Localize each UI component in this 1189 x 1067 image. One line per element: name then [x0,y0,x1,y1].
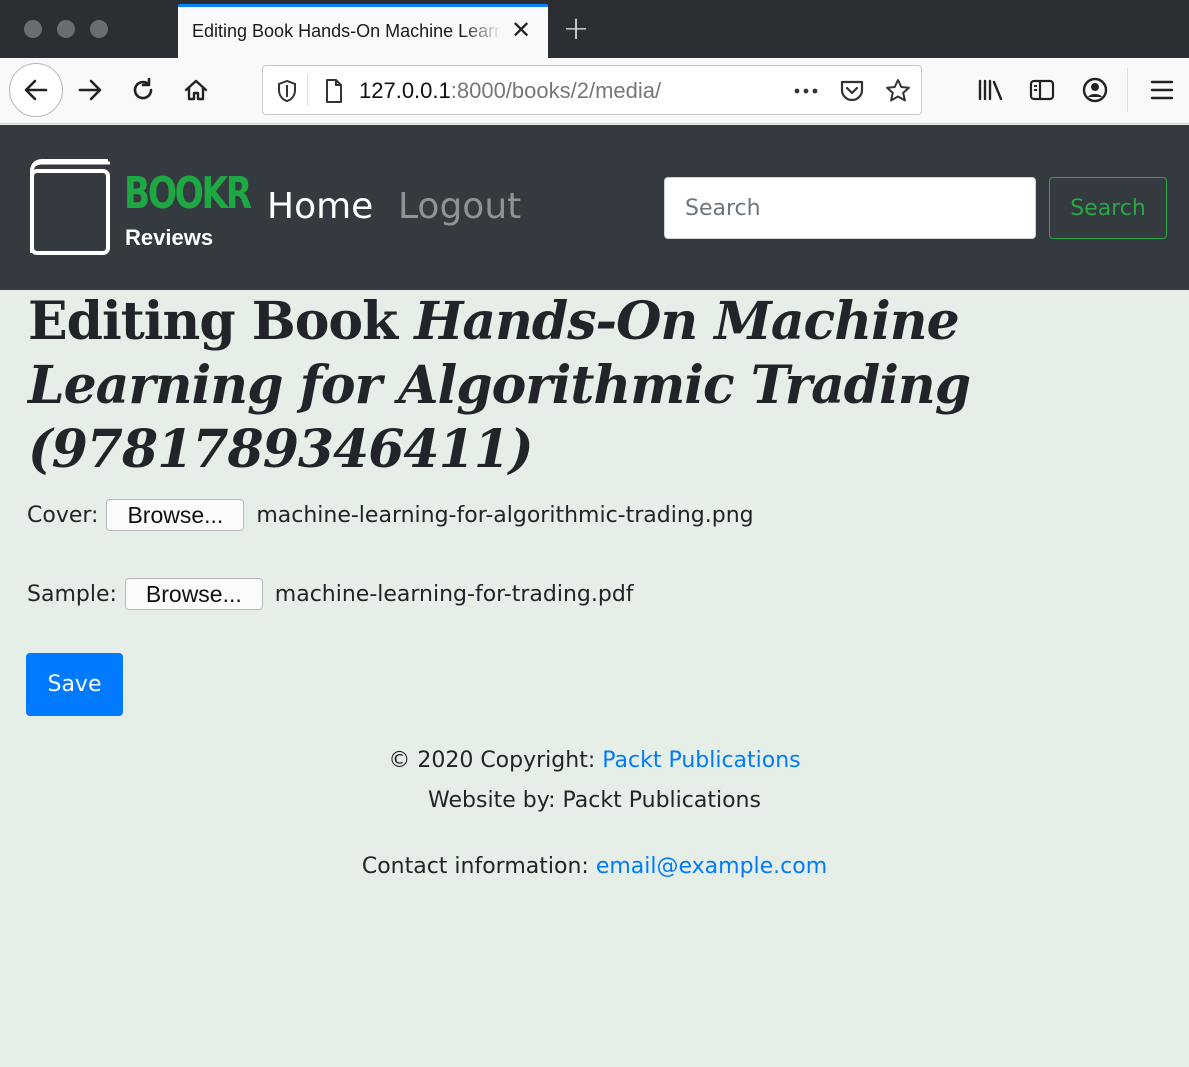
footer-copyright: © 2020 Copyright: Packt Publications [0,748,1189,773]
shield-icon[interactable] [272,76,302,106]
cover-filename: machine-learning-for-algorithmic-trading… [256,502,754,528]
save-button[interactable]: Save [26,653,123,716]
account-icon[interactable] [1071,66,1119,114]
sample-filename: machine-learning-for-trading.pdf [274,581,634,607]
search-input[interactable] [664,177,1036,239]
home-button[interactable] [172,66,220,114]
browser-tab-active[interactable]: Editing Book Hands-On Machine Learning f… [178,4,548,58]
sidebar-toggle-icon[interactable] [1018,66,1066,114]
reload-icon [133,77,153,100]
logo-title: BOOKR [124,168,252,219]
url-path: :8000/books/2/media/ [450,78,662,103]
bookr-logo[interactable]: BOOKR Reviews [26,157,252,257]
window-close-dot[interactable] [24,20,42,38]
url-host: 127.0.0.1 [359,78,451,103]
browser-tab-strip: Editing Book Hands-On Machine Learning f… [0,0,1189,58]
back-button[interactable] [9,63,63,117]
footer-website-by: Website by: Packt Publications [428,788,761,813]
sample-field: Sample: Browse... machine-learning-for-t… [27,577,634,611]
url-bar[interactable]: 127.0.0.1:8000/books/2/media/ [262,65,922,115]
book-logo-icon [30,159,110,255]
cover-label: Cover: [27,502,99,528]
site-header: BOOKR Reviews Home Logout Search [0,125,1189,290]
page-actions-icon[interactable] [791,76,821,106]
contact-text: Contact information: [361,854,589,879]
sample-label: Sample: [27,581,117,607]
contact-email-link[interactable]: email@example.com [596,854,827,879]
window-zoom-dot[interactable] [90,20,108,38]
logo-subtitle: Reviews [125,225,214,250]
cover-browse-button[interactable]: Browse... [106,499,245,531]
tab-close-icon[interactable]: ✕ [508,17,534,43]
forward-button[interactable] [66,66,114,114]
page-title: Editing Book Hands-On Machine Learning f… [28,290,1028,482]
new-tab-icon[interactable]: + [560,10,592,46]
page-title-prefix: Editing Book [28,291,398,352]
urlbar-divider [307,74,308,106]
browser-toolbar: 127.0.0.1:8000/books/2/media/ [0,58,1189,124]
page-info-icon[interactable] [319,76,349,106]
pocket-icon[interactable] [837,76,867,106]
url-text: 127.0.0.1:8000/books/2/media/ [359,78,661,104]
bookmark-star-icon[interactable] [883,76,913,106]
cover-field: Cover: Browse... machine-learning-for-al… [27,498,754,532]
forward-arrow-icon [78,79,102,101]
packt-publications-link[interactable]: Packt Publications [602,748,800,773]
tab-title: Editing Book Hands-On Machine Learning f… [192,21,502,42]
search-button[interactable]: Search [1049,177,1167,239]
hamburger-menu-icon[interactable] [1138,66,1186,114]
home-icon [184,79,208,101]
library-icon[interactable] [966,66,1014,114]
copyright-text: © 2020 Copyright: [388,748,596,773]
footer-contact: Contact information: email@example.com [0,854,1189,879]
window-minimize-dot[interactable] [57,20,75,38]
reload-button[interactable] [119,66,167,114]
back-arrow-icon [24,79,48,101]
sample-browse-button[interactable]: Browse... [124,578,263,610]
nav-logout-link[interactable]: Logout [398,185,521,229]
nav-home-link[interactable]: Home [267,185,373,229]
toolbar-divider [1127,68,1128,112]
